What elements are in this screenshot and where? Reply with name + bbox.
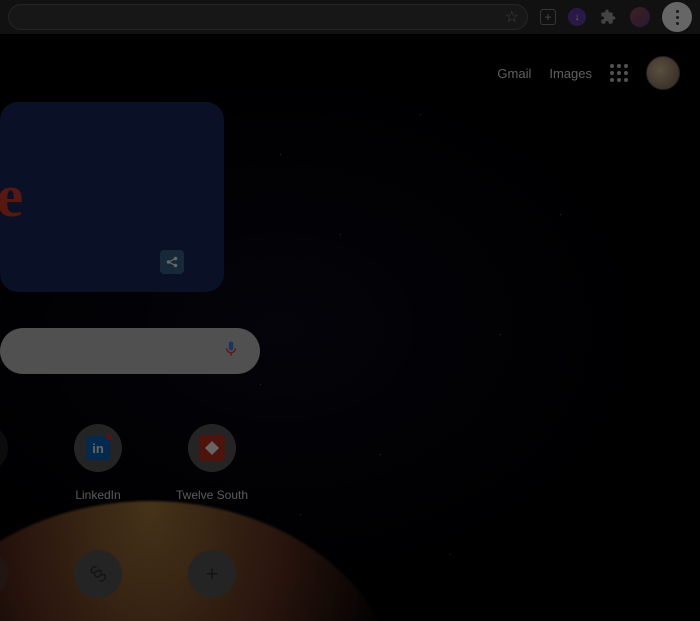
share-icon[interactable]: [160, 250, 184, 274]
bookmark-star-icon[interactable]: ☆: [505, 7, 519, 27]
linkedin-icon: in: [86, 436, 110, 460]
voice-search-icon[interactable]: [222, 338, 240, 365]
profile-chip-icon[interactable]: [630, 7, 650, 27]
shortcut-hidden[interactable]: [0, 550, 8, 598]
extensions-icon[interactable]: [598, 7, 618, 27]
download-icon[interactable]: ↓: [568, 8, 586, 26]
search-bar[interactable]: [0, 328, 260, 374]
chrome-menu-button[interactable]: [662, 2, 692, 32]
header-links: Gmail Images: [497, 56, 680, 90]
shortcut-link[interactable]: §: [74, 550, 122, 598]
browser-toolbar: ☆ + ↓: [0, 0, 700, 34]
shortcut-linkedin[interactable]: in LinkedIn: [74, 424, 122, 502]
link-icon: §: [84, 560, 111, 587]
new-tab-page: Gmail Images g l e in LinkedIn: [0, 34, 700, 621]
shortcuts-row-2: § +: [0, 550, 236, 598]
address-bar[interactable]: ☆: [8, 4, 528, 30]
google-doodle[interactable]: g l e: [0, 102, 224, 292]
doodle-logo: g l e: [0, 162, 23, 231]
plus-icon: +: [206, 561, 219, 587]
gmail-link[interactable]: Gmail: [497, 66, 531, 81]
account-avatar[interactable]: [646, 56, 680, 90]
google-apps-icon[interactable]: [610, 64, 628, 82]
toolbar-icons: + ↓: [540, 2, 692, 32]
add-shortcut-button[interactable]: +: [188, 550, 236, 598]
add-tab-icon[interactable]: +: [540, 9, 556, 25]
twelve-south-icon: [199, 435, 225, 461]
shortcuts-row-1: in LinkedIn Twelve South: [0, 424, 236, 502]
shortcut-hidden[interactable]: [0, 424, 8, 502]
shortcut-label: Twelve South: [176, 488, 248, 502]
images-link[interactable]: Images: [549, 66, 592, 81]
shortcut-label: LinkedIn: [75, 488, 120, 502]
shortcut-twelve-south[interactable]: Twelve South: [188, 424, 236, 502]
